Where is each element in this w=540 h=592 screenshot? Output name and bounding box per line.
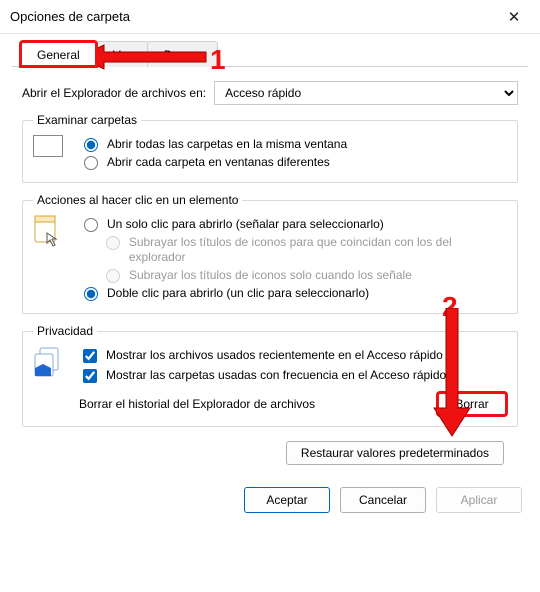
check-recent-files-label: Mostrar los archivos usados recientement…	[106, 348, 443, 364]
radio-underline-browser-label: Subrayar los títulos de iconos para que …	[129, 235, 507, 266]
apply-button[interactable]: Aplicar	[436, 487, 522, 513]
annotation-number-1: 1	[210, 44, 226, 76]
clear-history-button[interactable]: Borrar	[437, 392, 507, 416]
radio-double-click-input[interactable]	[84, 287, 98, 301]
folder-icon	[33, 135, 69, 172]
close-icon: ✕	[508, 8, 521, 26]
tab-panel-general: Abrir el Explorador de archivos en: Acce…	[12, 66, 528, 473]
titlebar: Opciones de carpeta ✕	[0, 0, 540, 34]
restore-defaults-row: Restaurar valores predeterminados	[22, 437, 518, 465]
close-button[interactable]: ✕	[492, 2, 536, 32]
restore-defaults-button[interactable]: Restaurar valores predeterminados	[286, 441, 504, 465]
click-items-icon	[33, 215, 69, 303]
check-frequent-folders[interactable]: Mostrar las carpetas usadas con frecuenc…	[79, 368, 507, 386]
tab-ver[interactable]: Ver	[96, 41, 148, 67]
tab-strip: General Ver Buscar	[0, 34, 540, 66]
open-in-label: Abrir el Explorador de archivos en:	[22, 86, 206, 100]
tab-buscar[interactable]: Buscar	[147, 41, 218, 67]
ok-button[interactable]: Aceptar	[244, 487, 330, 513]
check-frequent-folders-input[interactable]	[83, 369, 97, 383]
privacy-icon	[33, 346, 69, 416]
window-title: Opciones de carpeta	[10, 9, 492, 24]
cancel-button[interactable]: Cancelar	[340, 487, 426, 513]
check-recent-files[interactable]: Mostrar los archivos usados recientement…	[79, 348, 507, 366]
dialog-buttons: Aceptar Cancelar Aplicar	[0, 473, 540, 527]
radio-underline-hover: Subrayar los títulos de iconos solo cuan…	[101, 268, 507, 284]
radio-underline-hover-label: Subrayar los títulos de iconos solo cuan…	[129, 268, 412, 284]
click-items-legend: Acciones al hacer clic en un elemento	[33, 193, 242, 207]
radio-double-click-label: Doble clic para abrirlo (un clic para se…	[107, 286, 369, 302]
group-browse-folders: Examinar carpetas Abrir todas las carpet…	[22, 113, 518, 183]
radio-new-window[interactable]: Abrir cada carpeta en ventanas diferente…	[79, 155, 507, 171]
radio-underline-hover-input	[106, 269, 120, 283]
browse-folders-legend: Examinar carpetas	[33, 113, 141, 127]
radio-same-window-label: Abrir todas las carpetas en la misma ven…	[107, 137, 347, 153]
tab-general[interactable]: General	[20, 41, 97, 67]
annotation-number-2: 2	[442, 291, 458, 323]
radio-single-click-input[interactable]	[84, 218, 98, 232]
radio-new-window-input[interactable]	[84, 156, 98, 170]
check-frequent-folders-label: Mostrar las carpetas usadas con frecuenc…	[106, 368, 446, 384]
open-in-combo[interactable]: Acceso rápido	[214, 81, 518, 105]
group-privacy: Privacidad Mostrar los archivos usados r…	[22, 324, 518, 427]
radio-same-window-input[interactable]	[84, 138, 98, 152]
open-in-row: Abrir el Explorador de archivos en: Acce…	[22, 81, 518, 105]
radio-underline-browser: Subrayar los títulos de iconos para que …	[101, 235, 507, 266]
check-recent-files-input[interactable]	[83, 349, 97, 363]
clear-history-label: Borrar el historial del Explorador de ar…	[79, 397, 421, 411]
radio-single-click-label: Un solo clic para abrirlo (señalar para …	[107, 217, 384, 233]
radio-single-click[interactable]: Un solo clic para abrirlo (señalar para …	[79, 217, 507, 233]
privacy-legend: Privacidad	[33, 324, 97, 338]
radio-same-window[interactable]: Abrir todas las carpetas en la misma ven…	[79, 137, 507, 153]
radio-new-window-label: Abrir cada carpeta en ventanas diferente…	[107, 155, 330, 171]
radio-underline-browser-input	[106, 236, 120, 250]
